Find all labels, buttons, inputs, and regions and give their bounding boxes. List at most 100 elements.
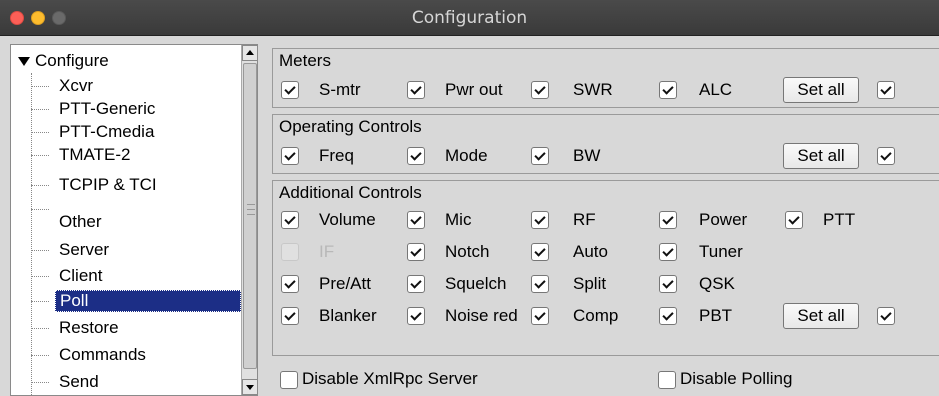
scroll-thumb[interactable] [243,63,257,369]
split-label: Split [573,274,607,293]
pbt-checkbox[interactable] [659,307,677,325]
pre-att-checkbox[interactable] [281,275,299,293]
tree-item-poll[interactable]: Poll [55,290,241,312]
tuner-label: Tuner [699,242,743,261]
operating-controls-group: Operating Controls Freq Mode BW Set all [272,114,939,174]
tree-item-client[interactable]: Client [59,264,102,288]
power-checkbox[interactable] [659,211,677,229]
noise-red-label: Noise red [445,306,518,325]
poll-settings-panel: Meters S-mtr Pwr out SWR ALC Set all Ope… [268,44,939,396]
disable-xmlrpc-checkbox[interactable] [280,371,298,389]
squelch-label: Squelch [445,274,507,293]
tree-branch [31,209,49,210]
alc-label: ALC [699,80,733,99]
grip-line [247,209,255,210]
arrow-up-icon [246,50,254,55]
blanker-label: Blanker [319,306,377,325]
tree-branch [31,276,49,277]
pbt-label: PBT [699,306,733,325]
tree-branch [31,132,49,133]
mode-checkbox[interactable] [407,147,425,165]
disable-polling-checkbox[interactable] [658,371,676,389]
alc-checkbox[interactable] [659,81,677,99]
blanker-checkbox[interactable] [281,307,299,325]
pre-att-label: Pre/Att [319,274,371,293]
tree-branch [31,301,49,302]
meters-group-title: Meters [279,51,331,70]
auto-label: Auto [573,242,608,261]
s-mtr-label: S-mtr [319,80,361,99]
volume-label: Volume [319,210,376,229]
tree-item-xcvr[interactable]: Xcvr [59,74,93,98]
rf-checkbox[interactable] [531,211,549,229]
additional-controls-title: Additional Controls [279,183,422,202]
pwr-out-label: Pwr out [445,80,503,99]
swr-label: SWR [573,80,613,99]
scroll-up-button[interactable] [242,45,257,61]
swr-checkbox[interactable] [531,81,549,99]
tree-branch [31,328,49,329]
freq-checkbox[interactable] [281,147,299,165]
meters-set-all-button[interactable]: Set all [783,77,859,103]
ptt-checkbox[interactable] [785,211,803,229]
meters-set-all-checkbox[interactable] [877,81,895,99]
tree-item-other[interactable]: Other [59,210,102,234]
qsk-checkbox[interactable] [659,275,677,293]
tree-branch [31,250,49,251]
if-label: IF [319,242,335,261]
power-label: Power [699,210,748,229]
split-checkbox[interactable] [531,275,549,293]
disable-xmlrpc-label: Disable XmlRpc Server [302,369,478,388]
tree-item-send[interactable]: Send [59,370,99,394]
tree-item-tmate-2[interactable]: TMATE-2 [59,143,130,167]
tree-item-ptt-generic[interactable]: PTT-Generic [59,97,155,121]
additional-set-all-button[interactable]: Set all [783,303,859,329]
mic-label: Mic [445,210,472,229]
notch-checkbox[interactable] [407,243,425,261]
config-tree[interactable]: Configure Xcvr PTT-Generic PTT-Cmedia TM… [10,44,258,396]
comp-label: Comp [573,306,619,325]
tuner-checkbox[interactable] [659,243,677,261]
tree-branch [31,185,49,186]
tree-branch [31,355,49,356]
tree-branch [31,382,49,383]
tree-branch [31,109,49,110]
if-checkbox [281,243,299,261]
tree-scrollbar[interactable] [241,45,257,395]
scroll-down-button[interactable] [242,379,257,395]
tree-root-configure[interactable]: Configure [18,49,109,73]
volume-checkbox[interactable] [281,211,299,229]
title-bar: Configuration [0,0,939,36]
arrow-down-icon [246,385,254,390]
tree-item-restore[interactable]: Restore [59,316,119,340]
bw-checkbox[interactable] [531,147,549,165]
freq-label: Freq [319,146,354,165]
operating-controls-title: Operating Controls [279,117,422,136]
mic-checkbox[interactable] [407,211,425,229]
expand-triangle-icon[interactable] [18,57,30,66]
mode-label: Mode [445,146,488,165]
notch-label: Notch [445,242,490,261]
grip-line [247,204,255,205]
comp-checkbox[interactable] [531,307,549,325]
ptt-label: PTT [823,210,856,229]
disable-polling-label: Disable Polling [680,369,793,388]
squelch-checkbox[interactable] [407,275,425,293]
tree-item-tcpip-tci[interactable]: TCPIP & TCI [59,173,157,197]
operating-set-all-button[interactable]: Set all [783,143,859,169]
s-mtr-checkbox[interactable] [281,81,299,99]
tree-item-commands[interactable]: Commands [59,343,146,367]
meters-group: Meters S-mtr Pwr out SWR ALC Set all [272,48,939,108]
auto-checkbox[interactable] [531,243,549,261]
bw-label: BW [573,146,601,165]
pwr-out-checkbox[interactable] [407,81,425,99]
window-title: Configuration [411,8,528,28]
tree-branch [31,86,49,87]
operating-set-all-checkbox[interactable] [877,147,895,165]
grip-line [247,214,255,215]
tree-item-server[interactable]: Server [59,238,109,262]
noise-red-checkbox[interactable] [407,307,425,325]
additional-set-all-checkbox[interactable] [877,307,895,325]
tree-item-ptt-cmedia[interactable]: PTT-Cmedia [59,120,154,144]
tree-branch [31,155,49,156]
